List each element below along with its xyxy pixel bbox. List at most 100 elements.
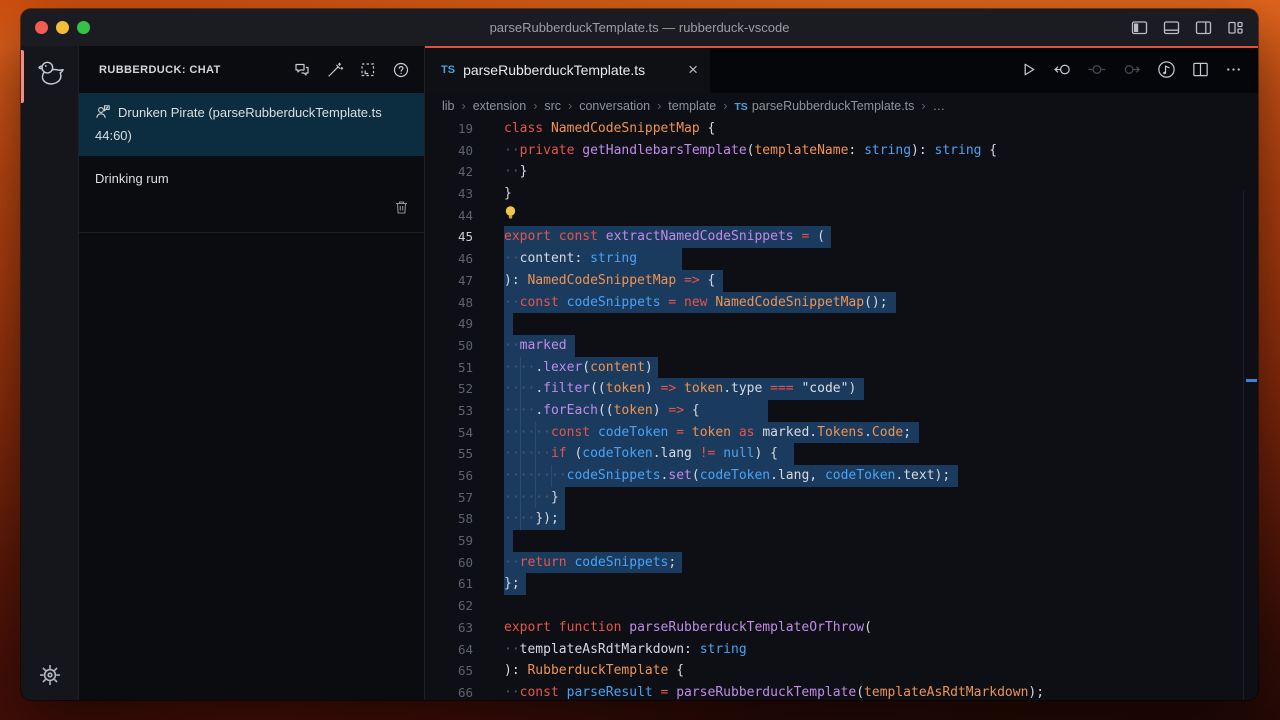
code-line[interactable]: 53 ····.forEach((token) => {: [425, 399, 1258, 422]
code-token: .: [535, 359, 544, 375]
step-back-icon[interactable]: [1052, 60, 1073, 79]
code-token: ();: [864, 294, 888, 310]
code-line[interactable]: 52 ····.filter((token) => token.type === …: [425, 378, 1258, 400]
code-line[interactable]: 56 ········codeSnippets.set(codeToken.lan…: [425, 465, 1258, 487]
code-line[interactable]: 62: [425, 595, 1258, 617]
breadcrumb-item[interactable]: conversation: [579, 99, 650, 113]
code-token: ((: [597, 402, 614, 418]
code-line[interactable]: 57 ······}: [425, 486, 1258, 509]
toggle-panel-icon[interactable]: [1162, 18, 1181, 37]
code-token: (: [864, 619, 872, 635]
code-token: ):: [504, 272, 528, 288]
code-line[interactable]: 50 ··marked: [425, 334, 1258, 357]
code-line[interactable]: 65): RubberduckTemplate {: [425, 660, 1258, 682]
code-line[interactable]: 42 ··}: [425, 161, 1258, 183]
code-token: extractNamedCodeSnippets: [605, 229, 794, 245]
breadcrumb-item[interactable]: extension: [473, 99, 527, 113]
code-line[interactable]: 66 ··const parseResult = parseRubberduckT…: [425, 682, 1258, 700]
code-editor[interactable]: 19 class NamedCodeSnippetMap {40 ··private…: [425, 118, 1258, 700]
code-token: as: [738, 424, 755, 440]
rubberduck-chat-sidebar: RUBBERDUCK: CHAT Drunken Pirate (parseRu…: [78, 46, 425, 700]
code-token: lexer: [543, 359, 583, 375]
whitespace-dots: ··: [504, 142, 520, 158]
code-line[interactable]: 45 export const extractNamedCodeSnippets …: [425, 226, 1258, 249]
code-line[interactable]: 51 ····.lexer(content): [425, 356, 1258, 379]
code-token: marked: [519, 337, 567, 353]
chat-list-item[interactable]: Drinking rum: [79, 156, 424, 233]
help-icon[interactable]: [392, 61, 410, 79]
editor-group: TS parseRubberduckTemplate.ts × lib › ex…: [425, 46, 1258, 700]
step-forward-icon[interactable]: [1121, 60, 1142, 79]
code-line[interactable]: 40 ··private getHandlebarsTemplate(templa…: [425, 140, 1258, 162]
breadcrumb-item[interactable]: TS parseRubberduckTemplate.ts: [734, 99, 914, 113]
code-token: null: [723, 446, 755, 462]
toggle-secondary-sidebar-icon[interactable]: [1194, 18, 1213, 37]
code-line[interactable]: 43}: [425, 183, 1258, 205]
line-number: 58: [457, 511, 473, 527]
delete-chat-trash-icon[interactable]: [393, 199, 410, 222]
breadcrumb-item[interactable]: template: [668, 99, 716, 113]
code-line[interactable]: 48 ··const codeSnippets = new NamedCodeSn…: [425, 291, 1258, 314]
settings-gear-icon[interactable]: [21, 662, 78, 688]
line-content: ··const parseResult = parseRubberduckTem…: [504, 682, 1044, 700]
code-token: =>: [668, 402, 685, 418]
breadcrumb-item[interactable]: …: [933, 99, 946, 113]
line-number: 53: [457, 402, 473, 418]
code-line[interactable]: 61};: [425, 573, 1258, 596]
code-line[interactable]: 46 ··content: string: [425, 248, 1258, 270]
code-line[interactable]: 44: [425, 205, 1258, 227]
step-over-icon[interactable]: [1087, 60, 1107, 79]
code-token: token: [684, 381, 724, 397]
code-line[interactable]: 63 export function parseRubberduckTemplat…: [425, 617, 1258, 639]
overview-ruler[interactable]: [1243, 190, 1258, 700]
person-comment-icon: [95, 104, 111, 126]
edit-code-wand-icon[interactable]: [326, 61, 344, 79]
tab-parseRubberduckTemplate[interactable]: TS parseRubberduckTemplate.ts ×: [425, 46, 710, 93]
tab-close-icon[interactable]: ×: [688, 61, 698, 78]
line-number: 49: [457, 316, 473, 332]
vscode-window: parseRubberduckTemplate.ts — rubberduck-…: [21, 9, 1258, 700]
lightbulb-icon[interactable]: [504, 206, 517, 223]
breadcrumb-item[interactable]: src: [544, 99, 561, 113]
line-number: 57: [457, 489, 473, 505]
code-line[interactable]: 49: [425, 313, 1258, 335]
split-editor-icon[interactable]: [1191, 60, 1210, 79]
customize-layout-icon[interactable]: [1226, 18, 1245, 37]
code-line[interactable]: 60 ··return codeSnippets;: [425, 551, 1258, 574]
code-token: =: [676, 424, 685, 440]
typescript-file-icon: TS: [734, 100, 748, 113]
start-chat-icon[interactable]: [293, 61, 311, 79]
code-line[interactable]: 59: [425, 530, 1258, 552]
code-line[interactable]: 55 ······if (codeToken.lang != null) {: [425, 443, 1258, 465]
activity-rubberduck-item[interactable]: [21, 48, 78, 105]
code-token: NamedCodeSnippetMap: [527, 272, 677, 288]
code-token: =>: [660, 381, 677, 397]
whitespace-dots: ··: [504, 164, 520, 180]
code-line[interactable]: 47): NamedCodeSnippetMap => {: [425, 269, 1258, 292]
run-debug-circle-icon[interactable]: [1156, 59, 1177, 80]
line-content: ): RubberduckTemplate {: [504, 660, 684, 682]
code-token: {: [684, 402, 700, 418]
indent-guide: [519, 399, 521, 422]
code-token: templateName: [754, 142, 849, 158]
more-actions-icon[interactable]: [1224, 60, 1243, 79]
toggle-primary-sidebar-icon[interactable]: [1130, 18, 1149, 37]
diagnose-selection-icon[interactable]: [359, 61, 377, 79]
code-line[interactable]: 19 class NamedCodeSnippetMap {: [425, 118, 1258, 140]
zoom-window-button[interactable]: [77, 21, 90, 34]
indent-guide: [535, 443, 537, 465]
code-line[interactable]: 54 ······const codeToken = token as marke…: [425, 421, 1258, 444]
breadcrumb-item[interactable]: lib: [442, 99, 455, 113]
code-line[interactable]: 64 ··templateAsRdtMarkdown: string: [425, 639, 1258, 661]
line-number: 42: [457, 164, 473, 180]
chat-list-item-active[interactable]: Drunken Pirate (parseRubberduckTemplate.…: [79, 93, 424, 156]
line-content: export function parseRubberduckTemplateO…: [504, 617, 872, 639]
minimize-window-button[interactable]: [56, 21, 69, 34]
indent-guide: [519, 508, 521, 531]
line-number: 66: [457, 684, 473, 700]
code-line[interactable]: 58 ····});: [425, 508, 1258, 531]
tab-bar: TS parseRubberduckTemplate.ts ×: [425, 46, 1258, 93]
close-window-button[interactable]: [35, 21, 48, 34]
run-icon[interactable]: [1019, 60, 1038, 79]
